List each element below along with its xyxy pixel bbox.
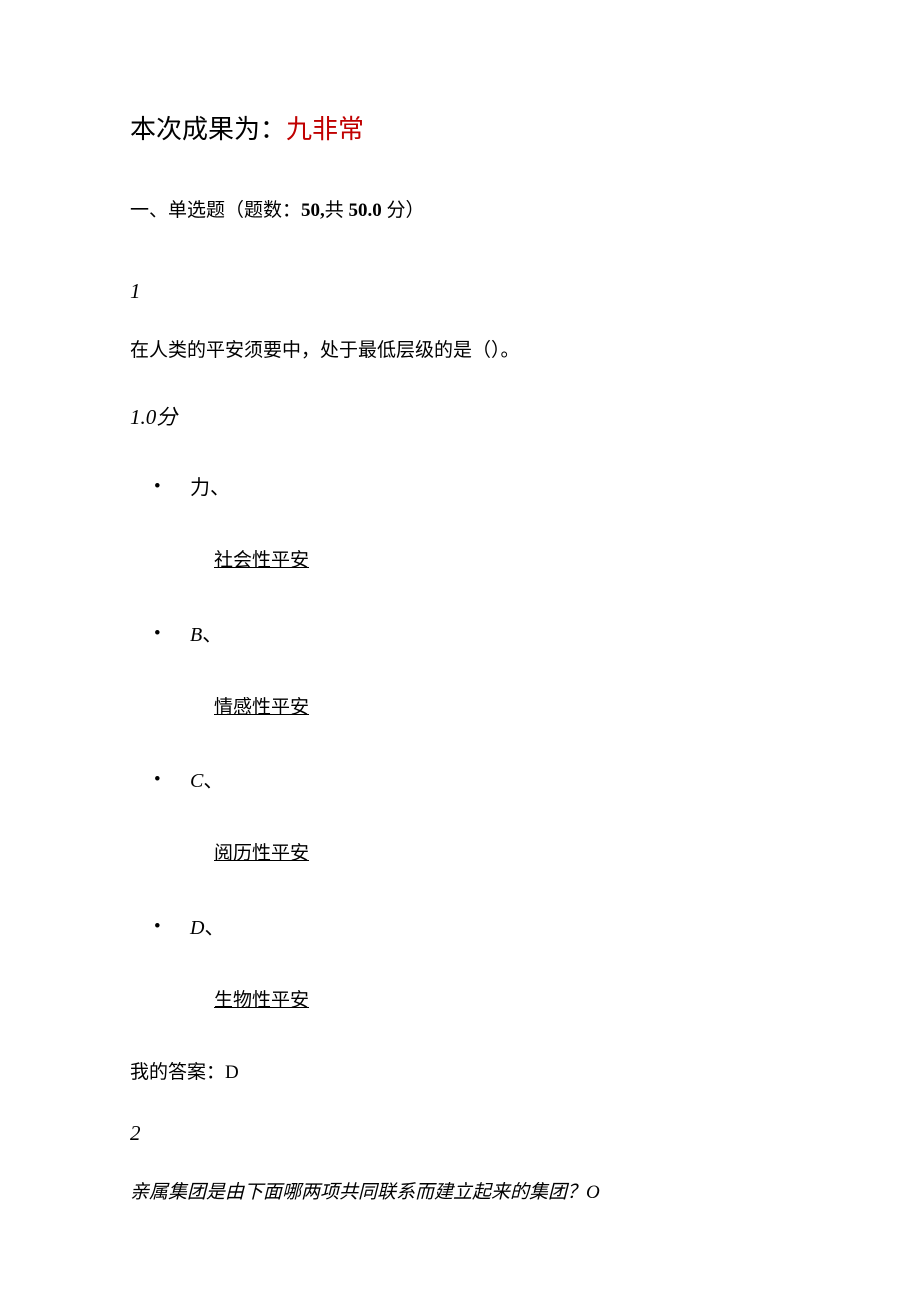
option-c: C、 阅历性平安 xyxy=(190,766,790,869)
option-d-text: 生物性平安 xyxy=(214,987,790,1016)
section-suffix: 分） xyxy=(382,200,425,221)
option-a-text: 社会性平安 xyxy=(214,547,790,576)
option-c-label: C、 xyxy=(190,766,790,796)
option-b: B、 情感性平安 xyxy=(190,620,790,723)
result-value: 九非常 xyxy=(286,115,364,144)
result-line: 本次成果为：九非常 xyxy=(130,110,790,149)
section-prefix: 一、单选题（题数： xyxy=(130,200,301,221)
question2-number: 2 xyxy=(130,1118,790,1150)
option-b-text: 情感性平安 xyxy=(214,694,790,723)
option-d-label: D、 xyxy=(190,913,790,943)
result-prefix: 本次成果为： xyxy=(130,115,286,144)
section-header: 一、单选题（题数：50,共 50.0 分） xyxy=(130,197,790,226)
question2-text: 亲属集团是由下面哪两项共同联系而建立起来的集团？O xyxy=(130,1179,790,1208)
score-unit: 分 xyxy=(156,405,177,429)
question1-score: 1.0分 xyxy=(130,402,790,434)
question1-options: 力、 社会性平安 B、 情感性平安 C、 阅历性平安 D、 生物性平安 xyxy=(130,473,790,1015)
section-score: 50.0 xyxy=(349,200,382,221)
option-b-label: B、 xyxy=(190,620,790,650)
option-a: 力、 社会性平安 xyxy=(190,473,790,576)
question1-answer: 我的答案：D xyxy=(130,1059,790,1088)
question1-number: 1 xyxy=(130,276,790,308)
option-d: D、 生物性平安 xyxy=(190,913,790,1016)
option-a-label: 力、 xyxy=(190,473,790,503)
section-count: 50, xyxy=(301,200,325,221)
question1-text: 在人类的平安须要中，处于最低层级的是（）。 xyxy=(130,337,790,366)
section-mid: 共 xyxy=(325,200,349,221)
score-num: 1.0 xyxy=(130,405,156,429)
option-c-text: 阅历性平安 xyxy=(214,840,790,869)
